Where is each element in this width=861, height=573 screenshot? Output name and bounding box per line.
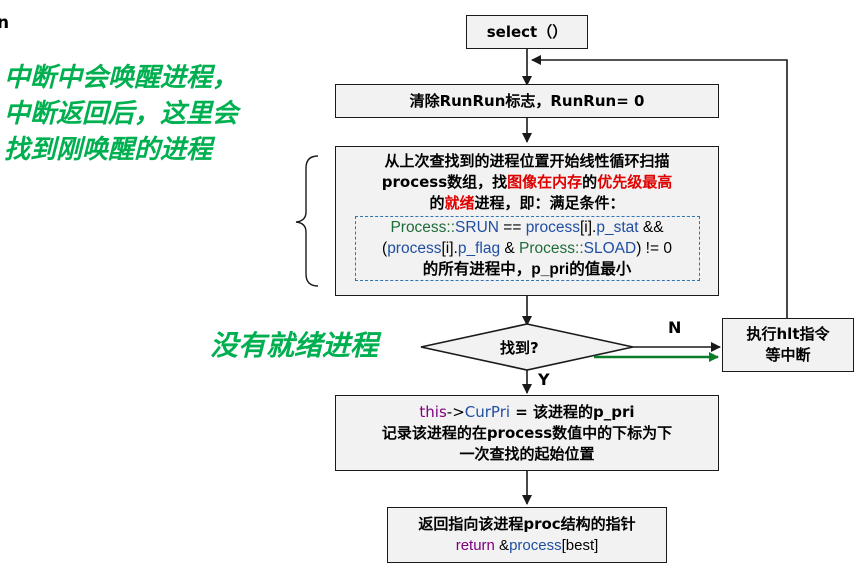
condition-dashed-box: Process::SRUN == process[i].p_stat && (p… (354, 216, 700, 281)
hlt-line1: 执行hlt指令 (746, 325, 830, 343)
cond1-eq: == (498, 219, 526, 236)
return-amp: & (494, 537, 510, 554)
cond1-pstat: p_stat (596, 219, 639, 236)
return-process: process (509, 537, 562, 554)
curly-brace (295, 155, 319, 287)
cond2-sload: SLOAD (583, 240, 637, 257)
scan-line3-b: 进程，即：满足条件： (474, 194, 625, 212)
wake-note-line1: 中断中会唤醒进程， (4, 63, 239, 93)
cond2-index: [i]. (441, 240, 458, 257)
return-keyword: return (455, 537, 495, 554)
cond2-pflag: p_flag (457, 240, 501, 257)
record-this: this (419, 402, 447, 421)
scan-line2-a: process数组，找 (381, 173, 508, 191)
scan-line2-red: 图像在内存 (507, 173, 583, 191)
yes-label: Y (538, 370, 550, 389)
return-line2: return &process[best] (456, 535, 599, 556)
record-box: this->CurPri = 该进程的p_pri 记录该进程的在process数… (335, 395, 719, 471)
decision-text: 找到? (500, 339, 539, 357)
wake-note-line2: 中断返回后，这里会 (4, 99, 239, 129)
scan-line3-a: 的 (429, 194, 445, 212)
scan-box: 从上次查找到的进程位置开始线性循环扫描 process数组，找图像在内存的优先级… (335, 146, 719, 296)
record-line1: this->CurPri = 该进程的p_pri (419, 402, 634, 423)
record-curpri: CurPri (464, 402, 511, 421)
cond2-amp: & (500, 240, 520, 257)
cond1-class: Process:: (390, 219, 456, 236)
cond1-process: process (525, 219, 580, 236)
scan-line2-b: 的 (582, 173, 598, 191)
scan-line3: 的就绪进程，即：满足条件： (429, 193, 624, 214)
scan-line2: process数组，找图像在内存的优先级最高 (382, 172, 672, 193)
select-box: select（） (466, 15, 588, 49)
cond1-and: && (638, 219, 664, 236)
no-ready-note: 没有就绪进程 (210, 329, 379, 362)
cond1-index: [i]. (579, 219, 597, 236)
condition-line2: (process[i].p_flag & Process::SLOAD) != … (360, 238, 695, 259)
cond2-class: Process:: (519, 240, 584, 257)
condition-line3: 的所有进程中，p_pri的值最小 (422, 261, 632, 278)
cond2-process: process (387, 240, 442, 257)
clear-runrun-text: 清除RunRun标志，RunRun= 0 (409, 91, 645, 110)
corner-letter: n (0, 13, 10, 33)
hlt-line2: 等中断 (765, 346, 811, 364)
record-line3: 一次查找的起始位置 (459, 444, 595, 463)
record-line2: 记录该进程的在process数值中的下标为下 (381, 423, 673, 442)
clear-runrun-box: 清除RunRun标志，RunRun= 0 (335, 84, 719, 118)
return-line1: 返回指向该进程proc结构的指针 (418, 515, 636, 533)
record-arrow: -> (446, 402, 465, 421)
scan-line3-red: 就绪 (444, 194, 475, 212)
cond1-srun: SRUN (455, 219, 499, 236)
return-index: [best] (561, 537, 599, 554)
select-box-text: select（） (486, 22, 568, 41)
cond2-neq: ) != 0 (636, 240, 672, 257)
no-label: N (668, 318, 682, 337)
return-box: 返回指向该进程proc结构的指针 return &process[best] (387, 507, 667, 563)
record-assign: = 该进程的p_pri (510, 402, 635, 421)
condition-line1: Process::SRUN == process[i].p_stat && (360, 217, 695, 238)
scan-line1: 从上次查找到的进程位置开始线性循环扫描 (384, 152, 670, 170)
wake-note-line3: 找到刚唤醒的进程 (4, 135, 213, 165)
hlt-box: 执行hlt指令 等中断 (722, 318, 854, 372)
scan-line2-red2: 优先级最高 (597, 173, 673, 191)
